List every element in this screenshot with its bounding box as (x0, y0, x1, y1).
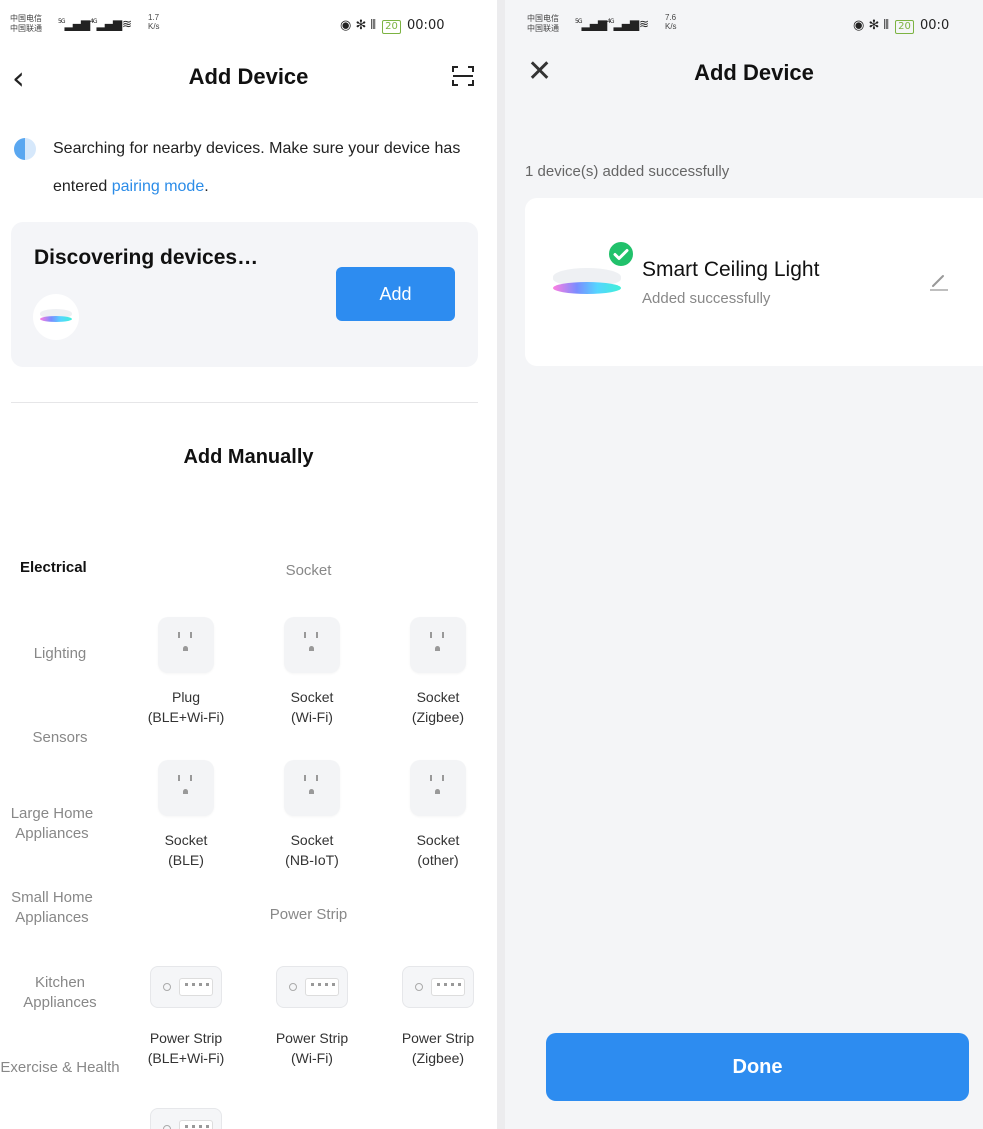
carrier-2: 中国联通 (10, 24, 42, 33)
device-item-socket-wifi[interactable]: Socket (Wi-Fi) (252, 617, 372, 727)
loading-icon (14, 138, 36, 160)
network-speed: 7.6 K/s (665, 13, 677, 31)
socket-icon (410, 760, 466, 816)
pairing-mode-link[interactable]: pairing mode (112, 178, 205, 195)
nav-bar: ‹ Add Device (0, 50, 497, 106)
wifi-icon: ≋ (639, 17, 649, 31)
device-status: Added successfully (642, 290, 771, 307)
category-lighting[interactable]: Lighting (0, 644, 120, 664)
screen-separator (497, 0, 505, 1129)
status-bar: 中国电信 中国联通 5G▂▄▆ 4G▂▄▆ ≋ 1.7 K/s ◉ ✻ ⫴ 20 … (0, 0, 497, 50)
add-button[interactable]: Add (336, 267, 455, 321)
add-manually-title: Add Manually (183, 446, 314, 468)
discovered-device[interactable] (33, 294, 79, 340)
device-item-socket-zigbee[interactable]: Socket (Zigbee) (378, 617, 497, 727)
scan-icon[interactable] (451, 64, 475, 88)
status-bar: 中国电信 中国联通 5G▂▄▆ 4G▂▄▆ ≋ 7.6 K/s ◉ ✻ ⫴ 20 … (505, 0, 983, 50)
device-item-plug-ble-wifi[interactable]: Plug (BLE+Wi-Fi) (126, 617, 246, 727)
category-kitchen-appliances[interactable]: Kitchen Appliances (0, 973, 120, 1013)
done-button[interactable]: Done (546, 1033, 969, 1101)
signal-icon: 5G▂▄▆ (58, 17, 90, 31)
socket-icon (158, 617, 214, 673)
signal-icon-2: 4G▂▄▆ (607, 17, 639, 31)
power-strip-icon (150, 966, 222, 1008)
device-name: Smart Ceiling Light (642, 258, 820, 281)
device-item-power-strip-partial[interactable] (126, 1108, 246, 1129)
power-strip-icon (150, 1108, 222, 1129)
discovering-title: Discovering devices… (34, 246, 259, 269)
check-circle-icon (607, 240, 635, 268)
discovering-card: Discovering devices… Add (11, 222, 478, 367)
added-device-card[interactable]: Smart Ceiling Light Added successfully (525, 198, 983, 366)
status-right: ◉ ✻ ⫴ 20 00:0 (853, 18, 949, 34)
device-item-socket-ble[interactable]: Socket (BLE) (126, 760, 246, 870)
bluetooth-icon: ✻ (868, 18, 880, 33)
device-item-power-strip-wifi[interactable]: Power Strip (Wi-Fi) (252, 966, 372, 1068)
signal-icon-2: 4G▂▄▆ (90, 17, 122, 31)
wifi-icon: ≋ (122, 17, 132, 31)
edit-pencil-icon[interactable] (928, 270, 950, 292)
nav-bar: ✕ Add Device (505, 46, 983, 102)
carrier-1: 中国电信 (527, 14, 559, 23)
category-sensors[interactable]: Sensors (0, 728, 120, 748)
power-strip-icon (276, 966, 348, 1008)
carrier-2: 中国联通 (527, 24, 559, 33)
added-count-text: 1 device(s) added successfully (525, 163, 730, 180)
eye-icon: ◉ (853, 18, 865, 33)
carrier-labels: 中国电信 中国联通 (527, 14, 559, 34)
device-item-socket-other[interactable]: Socket (other) (378, 760, 497, 870)
vibrate-icon: ⫴ (370, 18, 376, 33)
clock: 00:00 (407, 18, 445, 33)
notice-text: Searching for nearby devices. Make sure … (53, 140, 461, 195)
category-exercise-health[interactable]: Exercise & Health (0, 1058, 120, 1078)
battery-icon: 20 (895, 20, 914, 34)
divider (11, 402, 478, 403)
ceiling-light-icon (553, 268, 621, 300)
socket-icon (284, 760, 340, 816)
add-device-screen-left: 中国电信 中国联通 5G▂▄▆ 4G▂▄▆ ≋ 1.7 K/s ◉ ✻ ⫴ 20 … (0, 0, 497, 1129)
vibrate-icon: ⫴ (883, 18, 889, 33)
network-speed: 1.7 K/s (148, 13, 160, 31)
section-power-strip: Power Strip (269, 906, 348, 923)
signal-icon: 5G▂▄▆ (575, 17, 607, 31)
device-item-socket-nb-iot[interactable]: Socket (NB-IoT) (252, 760, 372, 870)
category-large-home-appliances[interactable]: Large Home Appliances (0, 804, 112, 844)
device-item-power-strip-zigbee[interactable]: Power Strip (Zigbee) (378, 966, 497, 1068)
socket-icon (284, 617, 340, 673)
ceiling-light-icon (40, 309, 72, 325)
power-strip-icon (402, 966, 474, 1008)
socket-icon (410, 617, 466, 673)
section-socket: Socket (285, 562, 332, 579)
clock: 00:0 (920, 18, 950, 33)
device-item-power-strip-ble-wifi[interactable]: Power Strip (BLE+Wi-Fi) (126, 966, 246, 1068)
bluetooth-icon: ✻ (355, 18, 367, 33)
add-device-screen-right: 中国电信 中国联通 5G▂▄▆ 4G▂▄▆ ≋ 7.6 K/s ◉ ✻ ⫴ 20 … (505, 0, 983, 1129)
battery-icon: 20 (382, 20, 401, 34)
eye-icon: ◉ (340, 18, 352, 33)
page-title: Add Device (694, 60, 814, 85)
carrier-1: 中国电信 (10, 14, 42, 23)
category-small-home-appliances[interactable]: Small Home Appliances (0, 888, 112, 928)
status-right: ◉ ✻ ⫴ 20 00:00 (340, 18, 444, 34)
carrier-labels: 中国电信 中国联通 (10, 14, 42, 34)
page-title: Add Device (188, 64, 309, 89)
socket-icon (158, 760, 214, 816)
